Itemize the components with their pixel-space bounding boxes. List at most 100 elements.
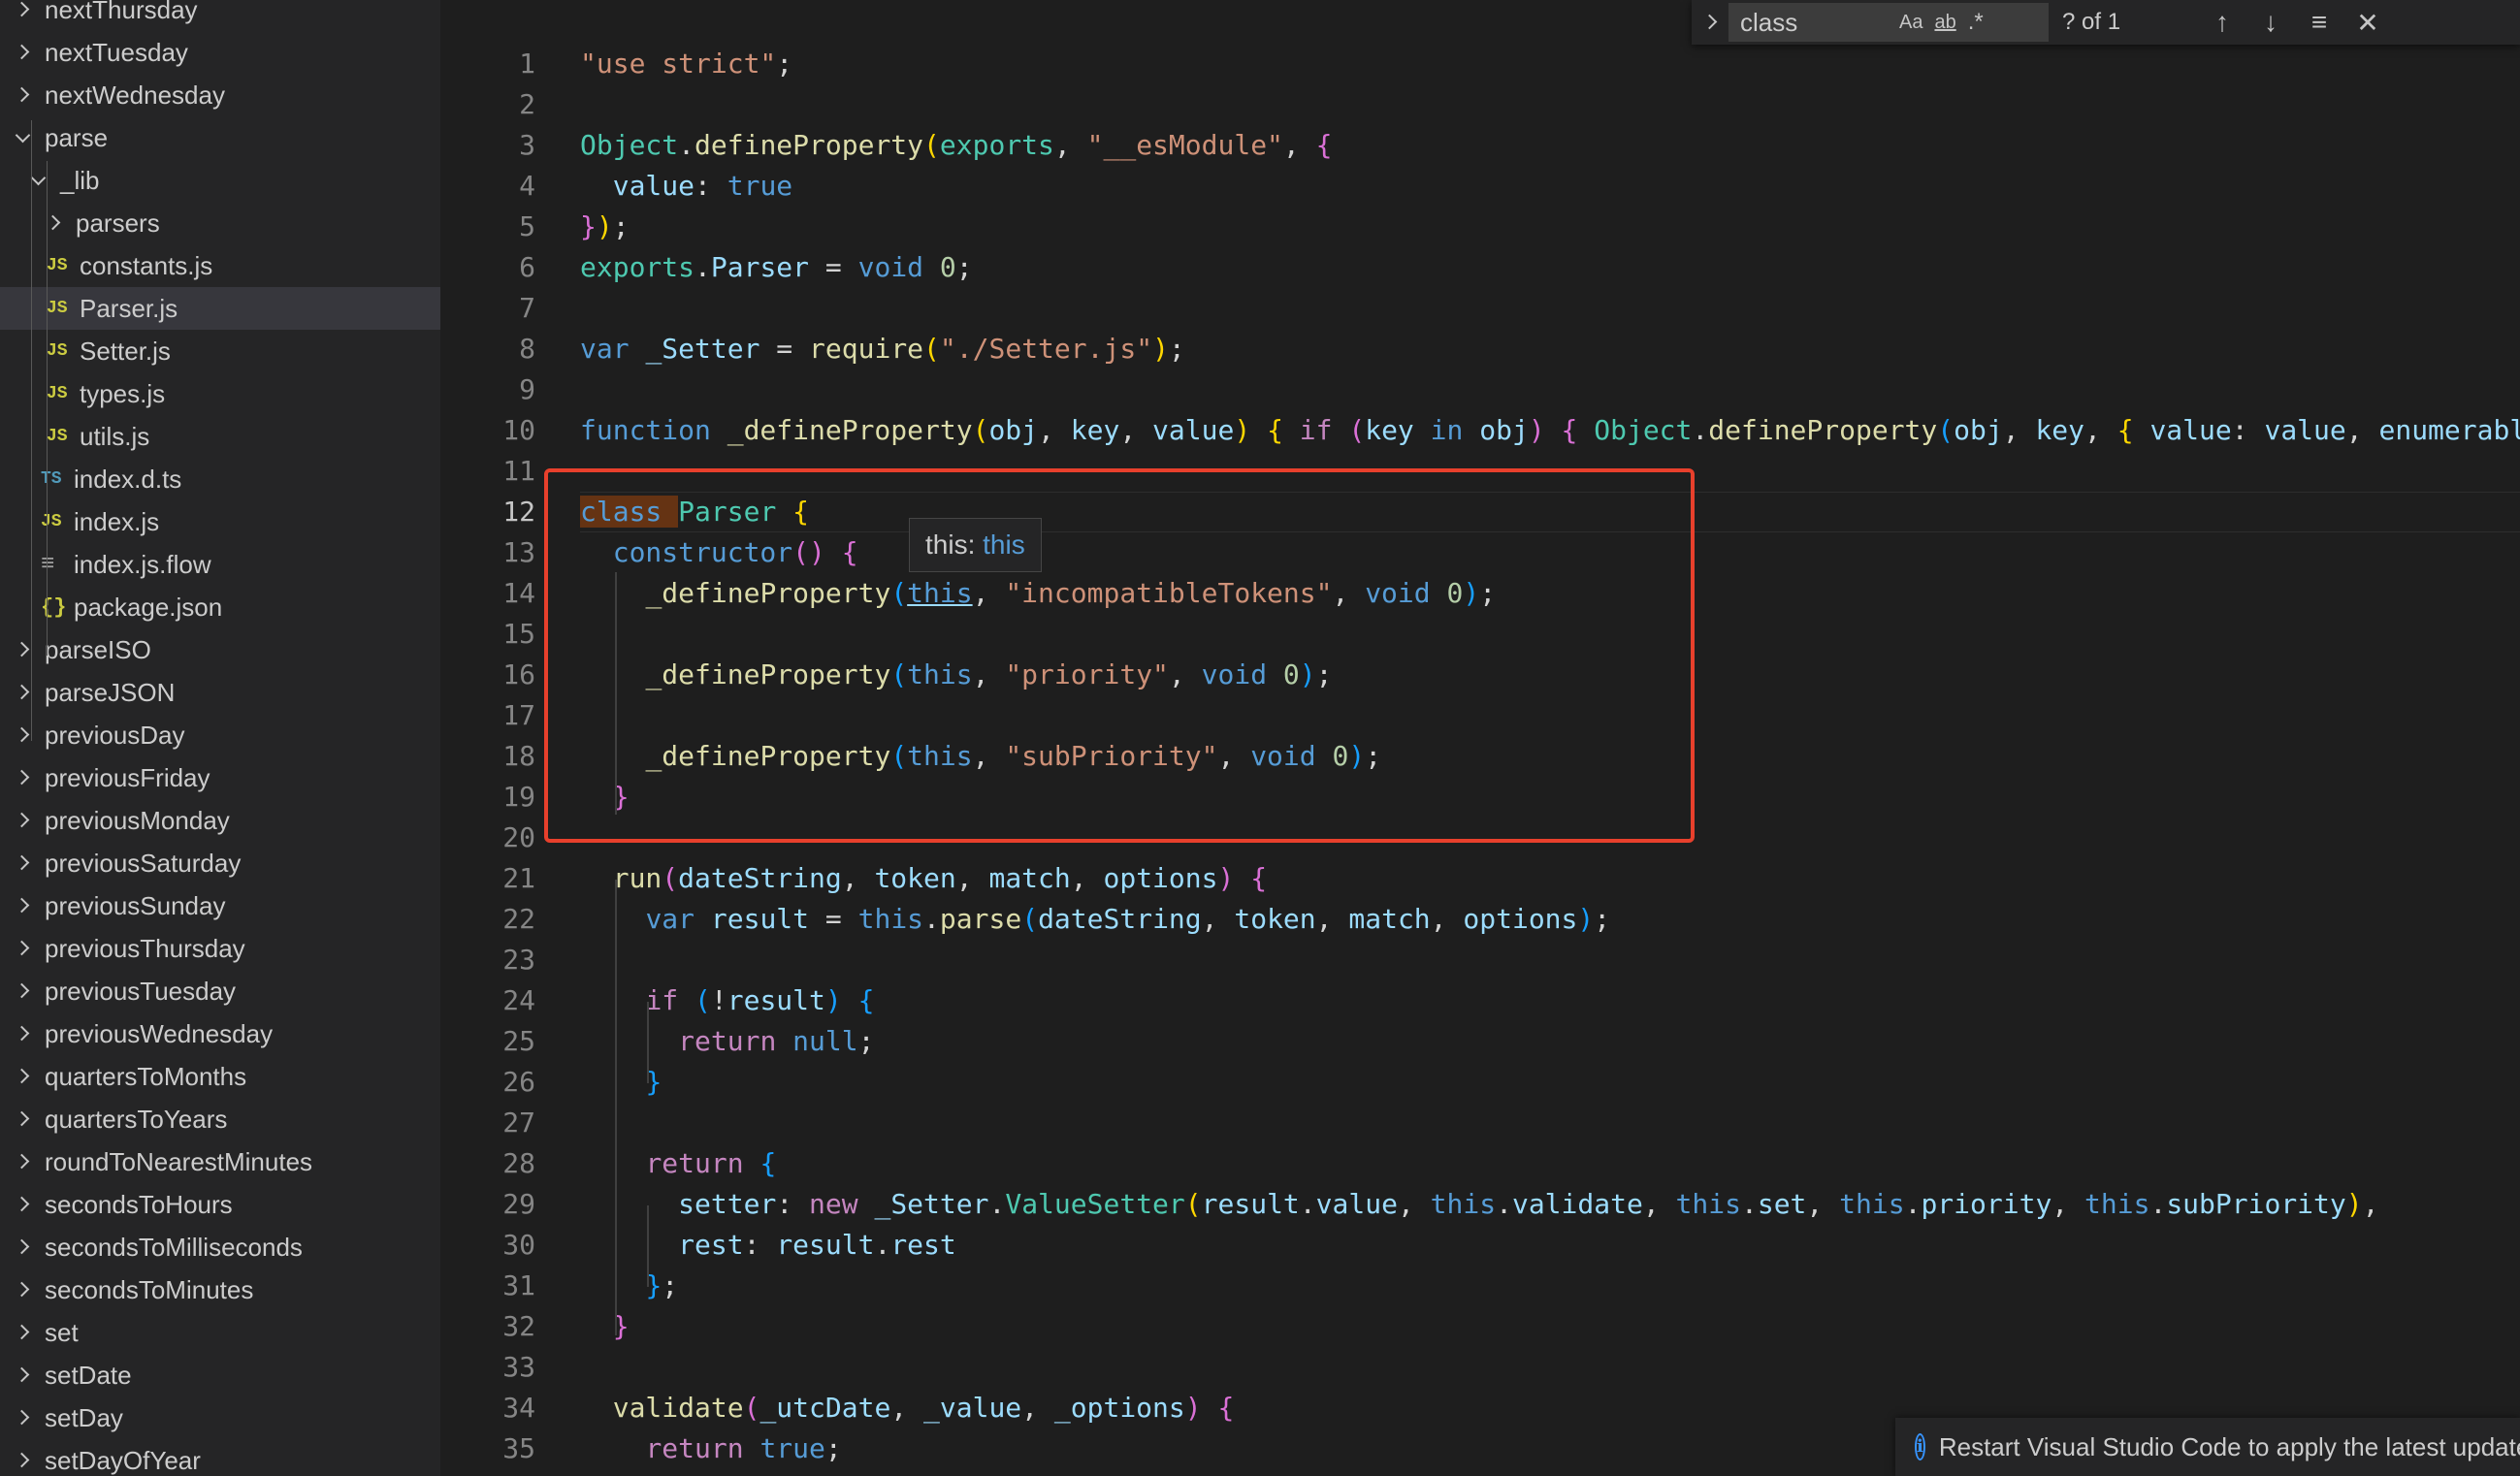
code-token: new <box>809 1188 858 1220</box>
tree-item[interactable]: secondsToMinutes <box>0 1268 440 1311</box>
tree-item[interactable]: parseISO <box>0 628 440 671</box>
tree-item[interactable]: quartersToYears <box>0 1098 440 1140</box>
code-line[interactable]: function _defineProperty(obj, key, value… <box>580 410 2520 451</box>
tree-item[interactable]: _lib <box>0 159 440 202</box>
tree-item[interactable]: previousSunday <box>0 884 440 927</box>
code-token: true <box>727 170 793 202</box>
code-line[interactable]: rest: result.rest <box>580 1225 956 1266</box>
tree-item[interactable]: previousDay <box>0 714 440 756</box>
code-token: var <box>580 333 630 365</box>
code-line[interactable]: setter: new _Setter.ValueSetter(result.v… <box>580 1184 2378 1225</box>
code-line[interactable]: Object.defineProperty(exports, "__esModu… <box>580 125 1333 166</box>
tree-item[interactable]: secondsToHours <box>0 1183 440 1226</box>
code-line[interactable]: validate(_utcDate, _value, _options) { <box>580 1388 1235 1428</box>
code-line[interactable]: var result = this.parse(dateString, toke… <box>580 899 1610 940</box>
match-whole-word-button[interactable]: ab <box>1934 12 1955 34</box>
tree-item[interactable]: JS constants.js <box>0 244 440 287</box>
find-in-selection-button[interactable]: ≡ <box>2295 7 2343 38</box>
line-number: 9 <box>519 373 535 405</box>
code-token: ValueSetter <box>1005 1188 1185 1220</box>
tree-item[interactable]: previousMonday <box>0 799 440 842</box>
tree-indent-guide <box>47 161 48 656</box>
code-token: subPriority <box>2166 1188 2346 1220</box>
tree-item[interactable]: setDay <box>0 1396 440 1439</box>
tree-item[interactable]: JS Parser.js <box>0 287 440 330</box>
tree-item[interactable]: JS utils.js <box>0 415 440 458</box>
chevron-right-icon <box>14 1409 31 1427</box>
code-line[interactable]: } <box>580 1306 630 1347</box>
tree-item[interactable]: previousWednesday <box>0 1012 440 1055</box>
tree-item[interactable]: previousSaturday <box>0 842 440 884</box>
update-notification[interactable]: i Restart Visual Studio Code to apply th… <box>1895 1418 2520 1476</box>
toggle-replace-button[interactable] <box>1692 0 1728 45</box>
tree-item[interactable]: TS index.d.ts <box>0 458 440 500</box>
code-line[interactable]: return true; <box>580 1428 842 1469</box>
tree-item[interactable]: nextWednesday <box>0 74 440 116</box>
annotation-highlight-box <box>544 468 1695 843</box>
code-line[interactable]: run(dateString, token, match, options) { <box>580 858 1267 899</box>
code-line[interactable]: return null; <box>580 1021 874 1062</box>
code-token: _Setter <box>645 333 760 365</box>
code-line[interactable]: return { <box>580 1143 776 1184</box>
tree-item[interactable]: roundToNearestMinutes <box>0 1140 440 1183</box>
code-line[interactable]: "use strict"; <box>580 44 792 84</box>
code-token: , <box>841 862 875 894</box>
code-token: this <box>1839 1188 1905 1220</box>
code-token: { <box>1315 129 1333 161</box>
code-token: defineProperty <box>695 129 924 161</box>
tree-item[interactable]: set <box>0 1311 440 1354</box>
code-token: options <box>1463 903 1578 935</box>
line-number-gutter: 1 2 3 4 5 6 7 8 9 10 11 12 13 14 15 16 17 18 19 20 21 22 23 24 2… <box>440 0 561 1476</box>
tree-item[interactable]: setDate <box>0 1354 440 1396</box>
code-token: ) <box>1577 903 1595 935</box>
tree-item[interactable]: JS Setter.js <box>0 330 440 372</box>
tree-item[interactable]: previousFriday <box>0 756 440 799</box>
tree-item[interactable]: JS types.js <box>0 372 440 415</box>
tree-item[interactable]: parse <box>0 116 440 159</box>
code-line[interactable]: }); <box>580 207 630 247</box>
next-match-button[interactable]: ↓ <box>2246 7 2295 38</box>
previous-match-button[interactable]: ↑ <box>2198 7 2246 38</box>
tree-item-label: parseJSON <box>45 677 176 707</box>
code-line[interactable]: var _Setter = require("./Setter.js"); <box>580 329 1185 369</box>
code-line[interactable]: value: true <box>580 166 792 207</box>
code-token: ; <box>824 1432 842 1464</box>
tree-item[interactable]: nextThursday <box>0 0 440 31</box>
tree-item[interactable]: JS index.js <box>0 500 440 543</box>
tree-item[interactable]: previousThursday <box>0 927 440 970</box>
chevron-right-icon <box>14 1196 31 1213</box>
code-token: this <box>1675 1188 1741 1220</box>
tree-item[interactable]: quartersToMonths <box>0 1055 440 1098</box>
tree-item[interactable]: secondsToMilliseconds <box>0 1226 440 1268</box>
code-line[interactable]: if (!result) { <box>580 980 874 1021</box>
find-input[interactable] <box>1738 6 1888 39</box>
code-line[interactable]: }; <box>580 1266 678 1306</box>
line-number: 12 <box>502 496 535 528</box>
use-regex-button[interactable]: .* <box>1968 9 1984 36</box>
match-case-button[interactable]: Aa <box>1899 12 1922 34</box>
code-line[interactable]: exports.Parser = void 0; <box>580 247 973 288</box>
js-file-icon: JS <box>47 299 68 318</box>
js-file-icon: JS <box>41 512 62 531</box>
tree-item[interactable]: parseJSON <box>0 671 440 714</box>
hover-name: this <box>925 529 968 560</box>
code-token: ; <box>662 1269 679 1301</box>
code-line[interactable]: } <box>580 1062 662 1103</box>
code-token: ; <box>612 210 630 242</box>
tree-item[interactable]: ≡ index.js.flow <box>0 543 440 586</box>
tree-item[interactable]: parsers <box>0 202 440 244</box>
code-token: ( <box>743 1392 760 1424</box>
code-token: = <box>809 251 858 283</box>
close-find-button[interactable]: ✕ <box>2343 7 2392 39</box>
code-token: result <box>1201 1188 1300 1220</box>
tree-item[interactable]: previousTuesday <box>0 970 440 1012</box>
code-token: enumerable <box>2378 414 2520 446</box>
tree-item[interactable]: nextTuesday <box>0 31 440 74</box>
tree-item[interactable]: setDayOfYear <box>0 1439 440 1476</box>
code-token: , <box>2084 414 2117 446</box>
tree-item[interactable]: {} package.json <box>0 586 440 628</box>
